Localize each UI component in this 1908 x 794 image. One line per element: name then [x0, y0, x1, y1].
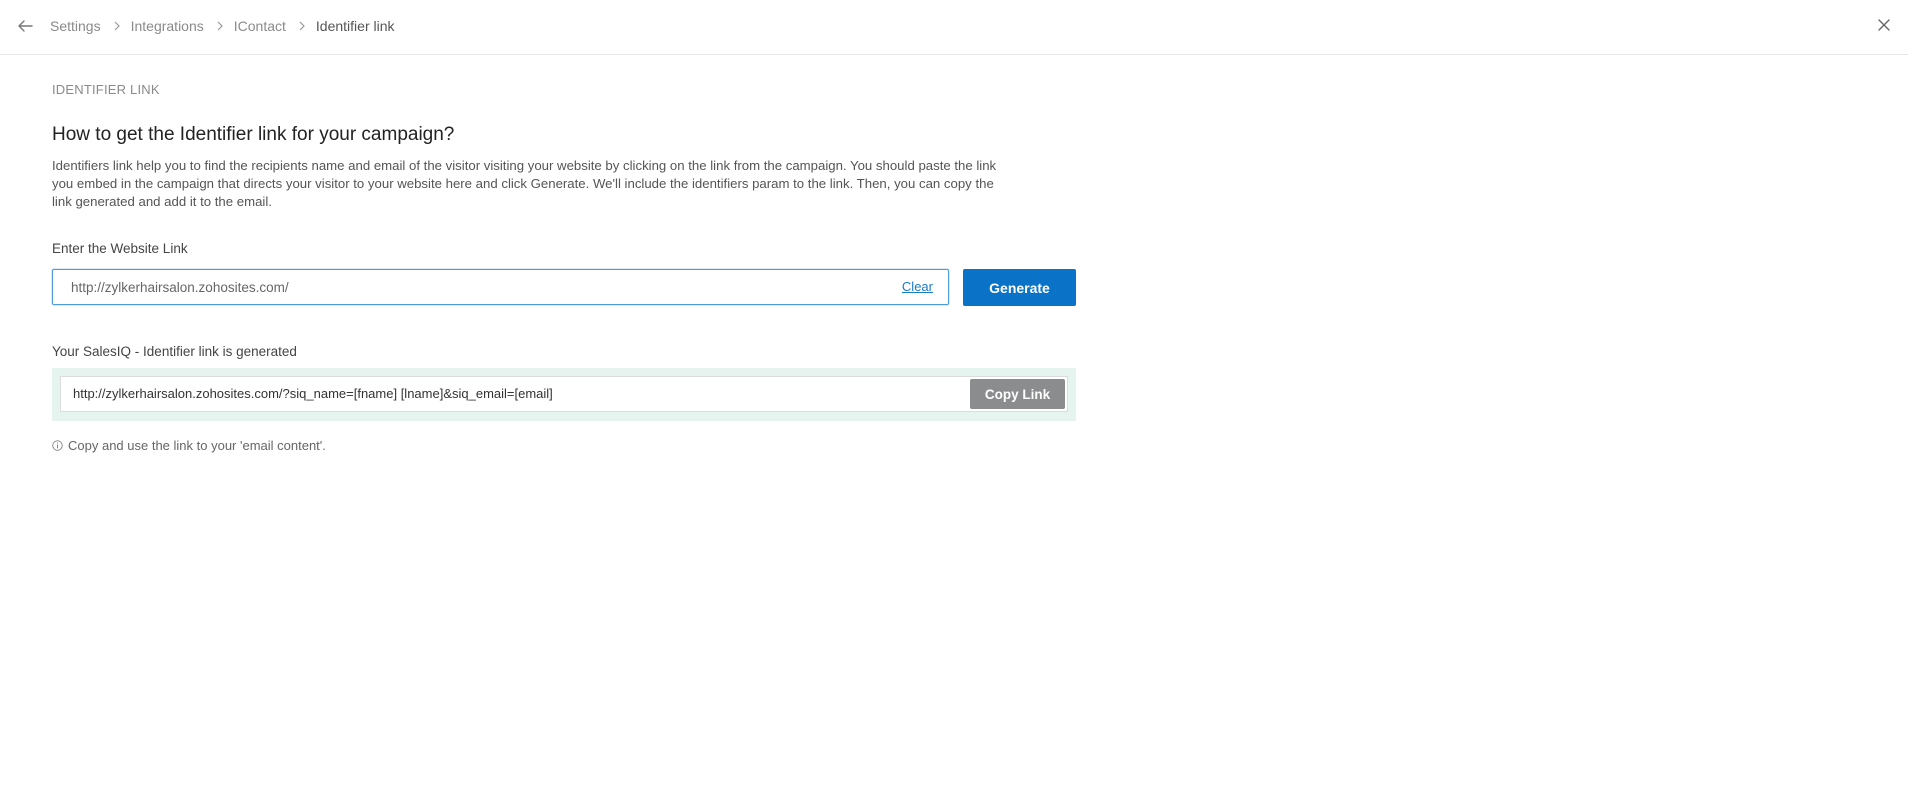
- chevron-right-icon: [217, 21, 223, 31]
- clear-link[interactable]: Clear: [902, 279, 933, 294]
- generated-link-label: Your SalesIQ - Identifier link is genera…: [52, 344, 297, 359]
- website-link-field: Clear: [52, 269, 949, 305]
- generated-link-box: http://zylkerhairsalon.zohosites.com/?si…: [52, 368, 1076, 421]
- identifier-link-panel: IDENTIFIER LINK How to get the Identifie…: [52, 82, 1076, 453]
- copy-hint-text: Copy and use the link to your 'email con…: [68, 438, 326, 453]
- page-heading: How to get the Identifier link for your …: [52, 124, 455, 145]
- section-label: IDENTIFIER LINK: [52, 82, 160, 97]
- chevron-right-icon: [114, 21, 120, 31]
- generate-button[interactable]: Generate: [963, 269, 1076, 306]
- generated-link-field: http://zylkerhairsalon.zohosites.com/?si…: [60, 376, 1068, 412]
- arrow-left-icon[interactable]: [16, 17, 34, 35]
- breadcrumb-settings[interactable]: Settings: [50, 17, 101, 35]
- close-icon[interactable]: [1876, 17, 1892, 33]
- breadcrumb-integrations[interactable]: Integrations: [131, 17, 204, 35]
- description: Identifiers link help you to find the re…: [52, 158, 997, 209]
- copy-hint: Copy and use the link to your 'email con…: [52, 438, 326, 453]
- breadcrumb: Settings Integrations IContact Identifie…: [50, 17, 395, 35]
- chevron-right-icon: [299, 21, 305, 31]
- breadcrumb-identifier-link: Identifier link: [315, 18, 395, 34]
- generated-link-url[interactable]: http://zylkerhairsalon.zohosites.com/?si…: [73, 386, 553, 401]
- copy-link-button[interactable]: Copy Link: [970, 379, 1065, 409]
- website-link-input[interactable]: [71, 270, 831, 304]
- top-bar: Settings Integrations IContact Identifie…: [0, 0, 1908, 55]
- website-link-label: Enter the Website Link: [52, 241, 188, 256]
- breadcrumb-icontact[interactable]: IContact: [234, 17, 286, 35]
- info-circle-icon: [52, 440, 63, 451]
